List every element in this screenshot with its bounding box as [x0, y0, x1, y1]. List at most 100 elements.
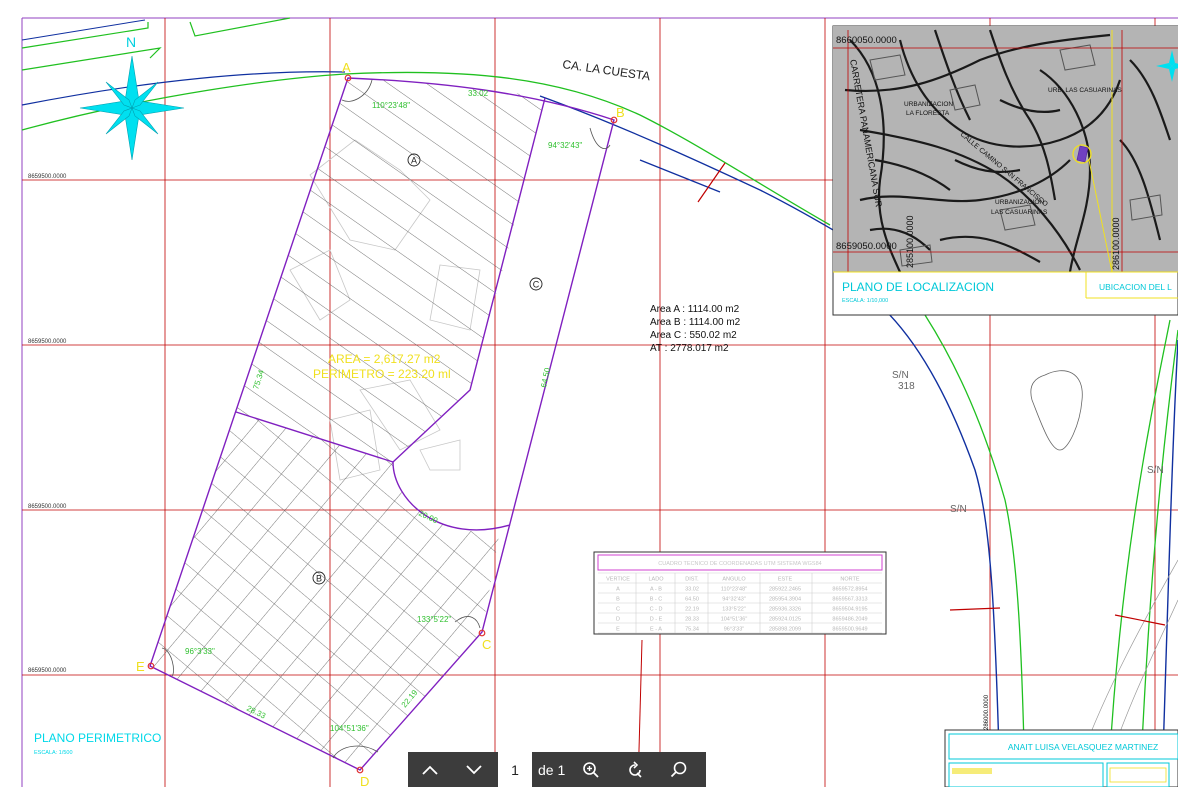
sn-label-3: S/N — [1147, 465, 1164, 476]
utm-table-header: LADO — [649, 577, 665, 583]
vertex-e-label: E — [136, 659, 145, 674]
area-summary-b: Area B : 1114.00 m2 — [650, 317, 741, 328]
utm-table-cell: 285922.2465 — [769, 587, 801, 593]
utm-table-cell: 28.33 — [685, 617, 699, 623]
grid-label-2: 8659500.0000 — [28, 339, 67, 345]
utm-table-cell: B — [616, 597, 620, 603]
vertex-b-label: B — [616, 105, 625, 120]
svg-text:A: A — [411, 156, 417, 166]
utm-coordinate-table: CUADRO TECNICO DE COORDENADAS UTM SISTEM… — [593, 551, 887, 635]
utm-table-cell: 8659572.8954 — [832, 587, 867, 593]
plan-title: PLANO PERIMETRICO — [34, 731, 161, 745]
angle-b: 94°32'43" — [548, 141, 582, 150]
grid-label-4: 8659500.0000 — [28, 668, 67, 674]
plan-drawing: 8659500.0000 8659500.0000 8659500.0000 8… — [21, 17, 1178, 787]
utm-table-title: CUADRO TECNICO DE COORDENADAS UTM SISTEM… — [658, 561, 821, 567]
sn-label-1-number: 318 — [898, 381, 915, 392]
vertex-a-label: A — [342, 60, 351, 75]
title-cartouche: ANAIT LUISA VELASQUEZ MARTINEZ — [944, 729, 1178, 787]
utm-table-cell: 110°23'48" — [721, 587, 747, 593]
location-coord-top: 8660050.0000 — [836, 35, 897, 46]
page-number-input[interactable] — [498, 752, 532, 787]
utm-table-cell: 22.19 — [685, 607, 699, 613]
street-name: CA. LA CUESTA — [562, 57, 652, 83]
utm-table-header: ANGULO — [722, 577, 746, 583]
location-scale: ESCALA: 1/10,000 — [842, 298, 888, 304]
plan-scale: ESCALA: 1/500 — [34, 750, 73, 756]
utm-table-cell: 75.34 — [685, 627, 699, 633]
location-title: PLANO DE LOCALIZACION — [842, 280, 994, 294]
utm-table-cell: 8659486.2049 — [832, 617, 867, 623]
utm-table-cell: A — [616, 587, 620, 593]
utm-table-cell: 8659500.9649 — [832, 627, 867, 633]
utm-table-cell: 8659567.3313 — [832, 597, 867, 603]
utm-table-header: NORTE — [840, 577, 859, 583]
chevron-up-icon — [422, 765, 438, 775]
zoom-in-icon — [583, 761, 599, 778]
location-coord-right: 286100.0000 — [1111, 217, 1121, 270]
zone-c-marker: C — [529, 277, 543, 291]
grid-label-1: 8659500.0000 — [28, 174, 67, 180]
utm-table-header: VERTICE — [606, 577, 630, 583]
utm-table-cell: 285924.0125 — [769, 617, 801, 623]
area-summary-c: Area C : 550.02 m2 — [650, 330, 737, 341]
search-button[interactable] — [657, 752, 701, 787]
utm-table-cell: A - B — [650, 587, 662, 593]
utm-table-cell: C - D — [650, 607, 663, 613]
location-urb1-a: URBANIZACION — [904, 101, 953, 108]
sn-label-2: S/N — [950, 504, 967, 515]
page-count-label: de 1 — [538, 761, 566, 778]
zoom-in-button[interactable] — [569, 752, 613, 787]
rotate-button[interactable] — [613, 752, 657, 787]
utm-table-cell: B - C — [650, 597, 663, 603]
area-summary-total: AT : 2778.017 m2 — [650, 343, 729, 354]
utm-table-cell: 104°51'36" — [721, 617, 748, 623]
sn-label-1: S/N — [892, 370, 909, 381]
area-overlay-line2: PERIMETRO = 223.20 ml — [313, 367, 451, 381]
location-urb2: URB. LAS CASUARINAS — [1048, 87, 1122, 94]
distance-bc: 64.50 — [539, 366, 552, 388]
utm-table-cell: 96°3'33" — [724, 627, 745, 633]
utm-table-cell: 33.02 — [685, 587, 699, 593]
angle-d: 104°51'36" — [330, 724, 369, 733]
location-map: 8660050.0000 8659050.0000 285100.0000 28… — [832, 25, 1178, 316]
location-subtitle: UBICACION DEL L — [1099, 282, 1172, 292]
utm-table-cell: 64.50 — [685, 597, 699, 603]
next-page-button[interactable] — [452, 752, 496, 787]
location-coord-bottom: 8659050.0000 — [836, 241, 897, 252]
utm-table-cell: D - E — [650, 617, 663, 623]
rotate-icon — [629, 760, 642, 778]
cartouche-author: ANAIT LUISA VELASQUEZ MARTINEZ — [1008, 742, 1158, 752]
utm-table-cell: D — [616, 617, 620, 623]
utm-table-header: DIST. — [685, 577, 699, 583]
pdf-viewer-toolbar: de 1 — [408, 752, 706, 787]
utm-table-cell: C — [616, 607, 620, 613]
zone-a-hatch — [236, 78, 545, 462]
north-arrow-icon — [79, 55, 185, 161]
location-urb1-b: LA FLORESTA — [906, 110, 950, 117]
area-summary-a: Area A : 1114.00 m2 — [650, 304, 740, 315]
utm-table-cell: 133°5'22" — [722, 607, 746, 613]
utm-table-cell: 94°32'43" — [722, 597, 746, 603]
distance-ab: 33.02 — [468, 89, 489, 98]
area-overlay-line1: AREA = 2,617.27 m2 — [328, 352, 441, 366]
search-icon — [671, 761, 687, 777]
angle-a: 110°23'48" — [372, 101, 410, 110]
utm-table-cell: 285936.3326 — [769, 607, 801, 613]
utm-table-cell: E — [616, 627, 620, 633]
utm-table-cell: E - A — [650, 627, 662, 633]
vertex-c-label: C — [482, 637, 491, 652]
utm-table-cell: 285898.2099 — [769, 627, 801, 633]
utm-table-cell: 8659504.9195 — [832, 607, 867, 613]
location-urb3-b: LAS CASUARINAS — [991, 209, 1048, 216]
chevron-down-icon — [466, 764, 482, 774]
svg-text:B: B — [316, 574, 322, 584]
vertical-coord: 286000.0000 — [984, 694, 990, 730]
utm-table-cell: 285954.3904 — [769, 597, 801, 603]
angle-c: 133°5'22" — [417, 615, 451, 624]
location-coord-left: 285100.0000 — [905, 215, 915, 268]
north-label: N — [126, 34, 136, 50]
vertex-d-label: D — [360, 774, 369, 787]
grid-label-3: 8659500.0000 — [28, 504, 67, 510]
previous-page-button[interactable] — [408, 752, 452, 787]
